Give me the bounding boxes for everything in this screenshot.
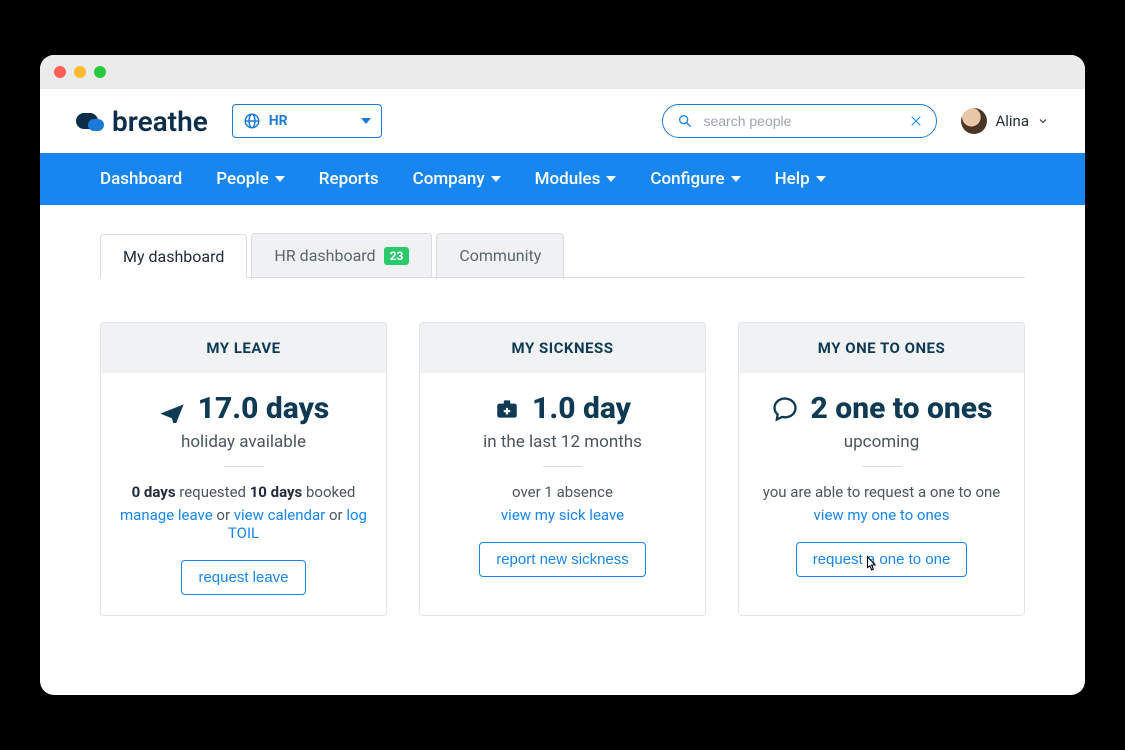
chevron-down-icon <box>361 118 371 124</box>
search-box[interactable] <box>662 104 937 138</box>
plane-icon <box>158 395 186 423</box>
nav-item-reports[interactable]: Reports <box>319 169 379 189</box>
tab-label: My dashboard <box>123 247 224 266</box>
topbar: breathe HR Alina <box>40 89 1085 153</box>
tab-label: Community <box>459 246 541 265</box>
cursor-icon <box>860 553 880 577</box>
card-my-sickness: MY SICKNESS 1.0 day in the last 12 month… <box>419 322 706 616</box>
chevron-down-icon <box>275 176 285 182</box>
hr-globe-icon <box>243 112 261 130</box>
nav-item-label: Help <box>775 169 810 189</box>
tabs: My dashboard HR dashboard 23 Community <box>100 233 1025 278</box>
nav-item-label: People <box>216 169 269 189</box>
card-subtitle: in the last 12 months <box>438 432 687 452</box>
card-links: manage leave or view calendar or log TOI… <box>119 506 368 542</box>
logo-text: breathe <box>112 105 208 138</box>
card-subtitle: holiday available <box>119 432 368 452</box>
content: My dashboard HR dashboard 23 Community M… <box>40 205 1085 695</box>
nav-item-label: Modules <box>535 169 601 189</box>
tab-label: HR dashboard <box>274 246 375 265</box>
nav-item-company[interactable]: Company <box>413 169 501 189</box>
card-text: you are able to request a one to one <box>757 481 1006 504</box>
card-title: MY SICKNESS <box>420 323 705 373</box>
module-selector[interactable]: HR <box>232 104 382 138</box>
medkit-icon <box>494 396 520 422</box>
user-name: Alina <box>995 112 1029 130</box>
chevron-down-icon <box>816 176 826 182</box>
stat-value: 1.0 day <box>532 391 631 426</box>
nav-item-dashboard[interactable]: Dashboard <box>100 169 182 189</box>
logo[interactable]: breathe <box>76 105 208 138</box>
card-my-leave: MY LEAVE 17.0 days holiday available 0 d… <box>100 322 387 616</box>
window-close-icon[interactable] <box>54 66 66 78</box>
nav-item-help[interactable]: Help <box>775 169 826 189</box>
app-window: breathe HR Alina Dashboard People Reports C… <box>40 55 1085 695</box>
nav-item-people[interactable]: People <box>216 169 285 189</box>
card-text: 0 days requested 10 days booked <box>119 481 368 504</box>
link-view-one-to-ones[interactable]: view my one to ones <box>814 506 950 524</box>
chevron-down-icon <box>731 176 741 182</box>
badge-count: 23 <box>384 247 410 265</box>
nav-item-configure[interactable]: Configure <box>650 169 740 189</box>
speech-bubble-icon <box>771 395 799 423</box>
card-text: over 1 absence <box>438 481 687 504</box>
card-title: MY LEAVE <box>101 323 386 373</box>
clear-search-icon[interactable] <box>910 115 922 127</box>
tab-community[interactable]: Community <box>436 233 564 277</box>
nav-item-label: Company <box>413 169 485 189</box>
link-manage-leave[interactable]: manage leave <box>120 506 213 524</box>
module-selector-label: HR <box>269 113 288 129</box>
chevron-down-icon <box>606 176 616 182</box>
tab-hr-dashboard[interactable]: HR dashboard 23 <box>251 233 432 277</box>
nav-item-label: Configure <box>650 169 724 189</box>
search-icon <box>677 113 693 129</box>
stat-value: 17.0 days <box>198 391 330 426</box>
request-one-to-one-button[interactable]: request a one to one <box>796 542 968 577</box>
card-title: MY ONE TO ONES <box>739 323 1024 373</box>
chevron-down-icon <box>1037 115 1049 127</box>
user-menu[interactable]: Alina <box>961 108 1049 134</box>
tab-my-dashboard[interactable]: My dashboard <box>100 234 247 278</box>
chevron-down-icon <box>491 176 501 182</box>
main-nav: Dashboard People Reports Company Modules Conf… <box>40 153 1085 205</box>
card-subtitle: upcoming <box>757 432 1006 452</box>
request-leave-button[interactable]: request leave <box>181 560 305 595</box>
window-minimize-icon[interactable] <box>74 66 86 78</box>
link-view-sick-leave[interactable]: view my sick leave <box>501 506 624 524</box>
stat-value: 2 one to ones <box>811 391 993 426</box>
search-input[interactable] <box>703 113 900 129</box>
nav-item-label: Reports <box>319 169 379 189</box>
cloud-icon <box>76 109 106 133</box>
report-sickness-button[interactable]: report new sickness <box>479 542 646 577</box>
cards-row: MY LEAVE 17.0 days holiday available 0 d… <box>100 322 1025 616</box>
nav-item-modules[interactable]: Modules <box>535 169 617 189</box>
avatar <box>961 108 987 134</box>
nav-item-label: Dashboard <box>100 169 182 189</box>
card-my-one-to-ones: MY ONE TO ONES 2 one to ones upcoming yo… <box>738 322 1025 616</box>
titlebar <box>40 55 1085 89</box>
window-zoom-icon[interactable] <box>94 66 106 78</box>
link-view-calendar[interactable]: view calendar <box>234 506 325 524</box>
